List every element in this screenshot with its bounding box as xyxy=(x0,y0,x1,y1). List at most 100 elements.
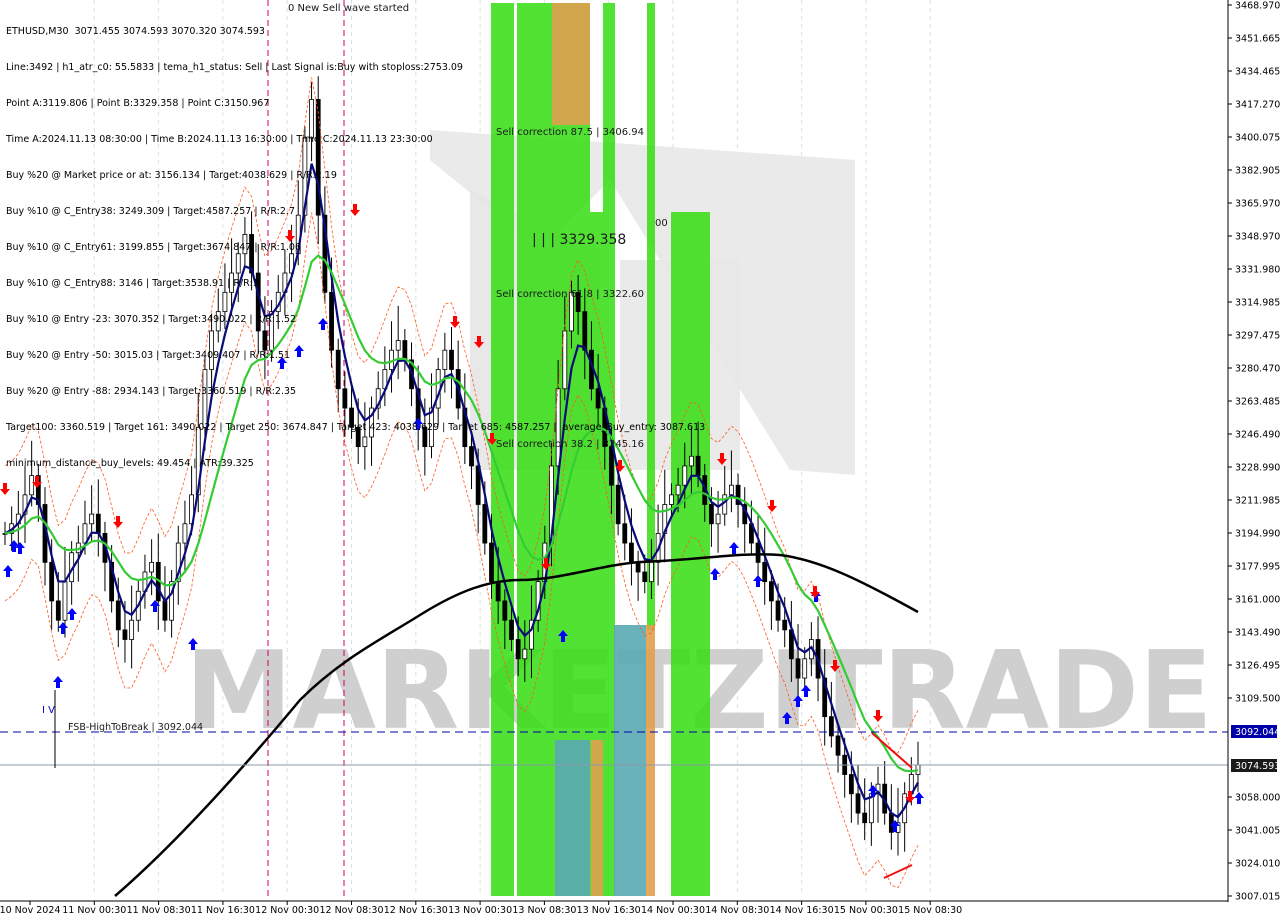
y-tick-label: 3246.490 xyxy=(1235,430,1280,441)
y-tick-label: 3041.005 xyxy=(1235,826,1280,837)
candle-body xyxy=(782,619,788,631)
x-tick-label: 10 Nov 2024 xyxy=(0,905,60,916)
info-line: Point A:3119.806 | Point B:3329.358 | Po… xyxy=(6,98,270,109)
fsb-label: FSB-HighToBreak | 3092.044 xyxy=(68,722,203,733)
x-tick-label: 14 Nov 16:30 xyxy=(770,905,834,916)
candle-body xyxy=(828,716,834,737)
signal-zone xyxy=(555,740,590,896)
candle-body xyxy=(502,600,508,621)
candle-body xyxy=(162,600,168,621)
info-line: Buy %10 @ Entry -23: 3070.352 | Target:3… xyxy=(6,314,297,325)
y-tick-label: 3143.490 xyxy=(1235,628,1280,639)
x-tick-label: 13 Nov 08:30 xyxy=(512,905,576,916)
y-tick-label: 3024.010 xyxy=(1235,859,1280,870)
candle-body xyxy=(835,735,841,756)
price-tag-current: 3074.593 xyxy=(1231,759,1280,772)
iv-label: I V xyxy=(42,705,55,716)
signal-zone xyxy=(591,740,603,896)
x-tick-label: 12 Nov 00:30 xyxy=(255,905,319,916)
y-tick-label: 3348.970 xyxy=(1235,232,1280,243)
candle-body xyxy=(55,600,61,621)
y-tick-label: 3126.495 xyxy=(1235,661,1280,672)
info-line: minimum_distance_buy_levels: 49.454 | AT… xyxy=(6,458,254,469)
candle-body xyxy=(149,561,155,573)
candle-body xyxy=(709,504,714,525)
y-tick-label: 3400.075 xyxy=(1235,133,1280,144)
y-tick-label: 3297.475 xyxy=(1235,331,1280,342)
candle-body xyxy=(768,581,774,602)
y-tick-label: 3314.985 xyxy=(1235,298,1280,309)
info-line: Buy %20 @ Entry -50: 3015.03 | Target:34… xyxy=(6,350,291,361)
candle-body xyxy=(642,571,648,583)
candle-body xyxy=(755,542,761,563)
y-tick-label: 3468.970 xyxy=(1235,1,1280,12)
info-line: ETHUSD,M30 3071.455 3074.593 3070.320 30… xyxy=(6,26,265,37)
candle-body xyxy=(89,513,95,525)
y-tick-label: 3434.465 xyxy=(1235,67,1280,78)
info-line: Target100: 3360.519 | Target 161: 3490.0… xyxy=(6,422,706,433)
y-tick-label: 3382.905 xyxy=(1235,166,1280,177)
y-tick-label: 3211.985 xyxy=(1235,496,1280,507)
y-tick-label: 3177.995 xyxy=(1235,562,1280,573)
candle-body xyxy=(848,774,854,795)
candle-body xyxy=(522,648,528,660)
info-line: Time A:2024.11.13 08:30:00 | Time B:2024… xyxy=(6,134,433,145)
candle-body xyxy=(802,658,808,679)
candle-body xyxy=(862,812,868,824)
y-tick-label: 3058.000 xyxy=(1235,793,1280,804)
candle-body xyxy=(62,581,68,621)
svg-text:3074.593: 3074.593 xyxy=(1235,761,1280,772)
x-tick-label: 14 Nov 08:30 xyxy=(705,905,769,916)
svg-text:3092.044: 3092.044 xyxy=(1235,727,1280,738)
y-tick-label: 3451.665 xyxy=(1235,34,1280,45)
y-tick-label: 3109.500 xyxy=(1235,694,1280,705)
candle-body xyxy=(495,581,501,602)
candle-body xyxy=(669,494,674,505)
candle-body xyxy=(675,484,681,496)
info-line: Buy %10 @ C_Entry61: 3199.855 | Target:3… xyxy=(6,242,301,253)
x-tick-label: 12 Nov 16:30 xyxy=(384,905,448,916)
y-tick-label: 3194.990 xyxy=(1235,529,1280,540)
candle-body xyxy=(182,523,188,544)
y-tick-label: 3228.990 xyxy=(1235,463,1280,474)
candle-body xyxy=(115,600,121,631)
candle-body xyxy=(762,561,768,583)
candle-body xyxy=(489,542,494,583)
x-tick-label: 12 Nov 08:30 xyxy=(319,905,383,916)
x-tick-label: 15 Nov 00:30 xyxy=(834,905,898,916)
candle-body xyxy=(635,561,641,573)
candle-body xyxy=(649,561,654,583)
y-tick-label: 3007.015 xyxy=(1235,892,1280,903)
y-tick-label: 3331.980 xyxy=(1235,265,1280,276)
candle-body xyxy=(775,600,781,621)
candle-body xyxy=(622,523,628,544)
indicator-info-panel: ETHUSD,M30 3071.455 3074.593 3070.320 30… xyxy=(6,2,705,482)
candle-body xyxy=(482,504,488,544)
x-tick-label: 11 Nov 00:30 xyxy=(62,905,126,916)
candle-body xyxy=(629,542,634,563)
info-line: Buy %20 @ Entry -88: 2934.143 | Target:3… xyxy=(6,386,297,397)
y-tick-label: 3365.970 xyxy=(1235,199,1280,210)
candle-body xyxy=(95,513,101,534)
candle-body xyxy=(509,619,514,640)
candle-body xyxy=(855,793,861,814)
price-tag-fsb: 3092.044 xyxy=(1231,725,1280,738)
signal-zone xyxy=(614,625,646,896)
y-tick-label: 3161.000 xyxy=(1235,595,1280,606)
candle-body xyxy=(129,619,135,640)
candle-body xyxy=(715,513,721,525)
x-tick-label: 11 Nov 08:30 xyxy=(127,905,191,916)
candle-body xyxy=(795,658,801,679)
signal-zone xyxy=(646,625,655,896)
x-tick-label: 13 Nov 00:30 xyxy=(448,905,512,916)
candle-body xyxy=(615,484,621,525)
info-line: Buy %20 @ Market price or at: 3156.134 |… xyxy=(6,170,337,181)
x-tick-label: 13 Nov 16:30 xyxy=(577,905,641,916)
x-tick-label: 11 Nov 16:30 xyxy=(191,905,255,916)
y-tick-label: 3280.470 xyxy=(1235,364,1280,375)
y-tick-label: 3417.270 xyxy=(1235,100,1280,111)
candle-body xyxy=(729,484,734,496)
candle-body xyxy=(515,639,521,660)
info-line: Line:3492 | h1_atr_c0: 55.5833 | tema_h1… xyxy=(6,62,463,73)
info-line: Buy %10 @ C_Entry88: 3146 | Target:3538.… xyxy=(6,278,259,289)
